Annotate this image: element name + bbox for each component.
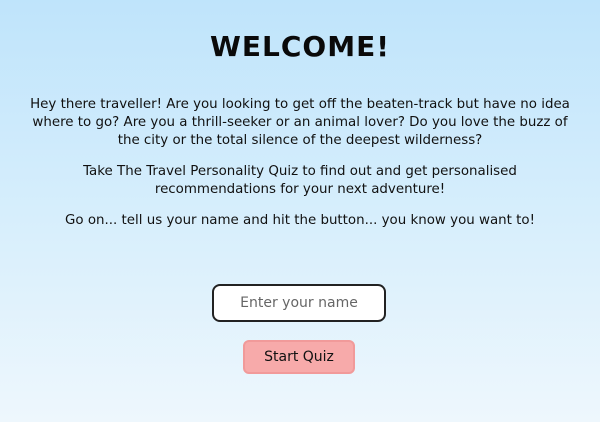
start-quiz-button[interactable]: Start Quiz [243, 340, 355, 374]
intro-paragraph: Hey there traveller! Are you looking to … [30, 97, 570, 148]
quiz-welcome-page: WELCOME! Hey there traveller! Are you lo… [0, 0, 600, 422]
call-to-action-text: Go on... tell us your name and hit the b… [65, 213, 535, 228]
page-title: WELCOME! [210, 30, 390, 63]
name-input[interactable] [212, 284, 386, 322]
quiz-description: Take The Travel Personality Quiz to find… [83, 164, 517, 197]
